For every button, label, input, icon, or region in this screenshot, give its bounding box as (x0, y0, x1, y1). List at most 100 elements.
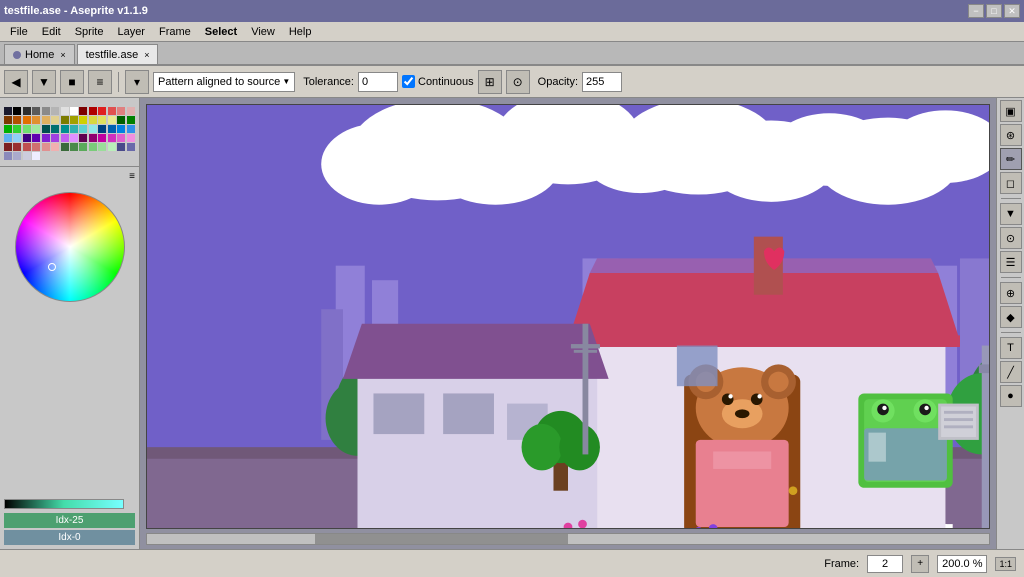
pattern-dropdown[interactable]: Pattern aligned to source ▼ (153, 72, 295, 92)
palette-color-22[interactable] (79, 116, 87, 124)
menu-sprite[interactable]: Sprite (69, 24, 110, 40)
pattern-arrow[interactable]: ▾ (125, 70, 149, 94)
palette-color-16[interactable] (23, 116, 31, 124)
palette-color-50[interactable] (79, 134, 87, 142)
palette-color-0[interactable] (4, 107, 12, 115)
brightness-bar[interactable] (4, 499, 124, 509)
menu-edit[interactable]: Edit (36, 24, 67, 40)
rtool-zoom[interactable]: ⊕ (1000, 282, 1022, 304)
palette-color-34[interactable] (61, 125, 69, 133)
palette-color-47[interactable] (51, 134, 59, 142)
palette-color-11[interactable] (108, 107, 116, 115)
palette-color-55[interactable] (127, 134, 135, 142)
palette-color-48[interactable] (61, 134, 69, 142)
continuous-check[interactable]: Continuous (402, 75, 474, 88)
tool-icon2[interactable]: ⊙ (506, 70, 530, 94)
tool-icon1[interactable]: ⊞ (478, 70, 502, 94)
rtool-lasso[interactable]: ⊛ (1000, 124, 1022, 146)
canvas-area[interactable] (140, 98, 996, 549)
minimize-button[interactable]: − (968, 4, 984, 18)
palette-color-28[interactable] (4, 125, 12, 133)
tolerance-input[interactable] (358, 72, 398, 92)
color-wheel[interactable] (15, 192, 125, 302)
menu-select[interactable]: Select (199, 24, 243, 40)
tab-testfile[interactable]: testfile.ase× (77, 44, 159, 64)
palette-color-45[interactable] (32, 134, 40, 142)
palette-color-17[interactable] (32, 116, 40, 124)
palette-color-12[interactable] (117, 107, 125, 115)
palette-color-3[interactable] (32, 107, 40, 115)
palette-color-37[interactable] (89, 125, 97, 133)
rtool-eraser[interactable]: ◻ (1000, 172, 1022, 194)
close-button[interactable]: ✕ (1004, 4, 1020, 18)
rtool-pen[interactable]: ✏ (1000, 148, 1022, 170)
palette-color-10[interactable] (98, 107, 106, 115)
palette-color-41[interactable] (127, 125, 135, 133)
rtool-fill[interactable]: ▼ (1000, 203, 1022, 225)
palette-color-24[interactable] (98, 116, 106, 124)
palette-color-46[interactable] (42, 134, 50, 142)
rtool-marquee[interactable]: ▣ (1000, 100, 1022, 122)
palette-color-15[interactable] (13, 116, 21, 124)
h-scrollbar[interactable] (146, 533, 990, 545)
maximize-button[interactable]: □ (986, 4, 1002, 18)
palette-color-63[interactable] (70, 143, 78, 151)
palette-color-69[interactable] (127, 143, 135, 151)
palette-color-33[interactable] (51, 125, 59, 133)
menu-button[interactable]: ≡ (88, 70, 112, 94)
tab-close-home[interactable]: × (60, 50, 65, 60)
rtool-blur[interactable]: ● (1000, 385, 1022, 407)
color-wheel-container[interactable] (15, 192, 125, 302)
palette-color-23[interactable] (89, 116, 97, 124)
palette-color-58[interactable] (23, 143, 31, 151)
palette-color-21[interactable] (70, 116, 78, 124)
palette-color-13[interactable] (127, 107, 135, 115)
palette-color-35[interactable] (70, 125, 78, 133)
palette-color-29[interactable] (13, 125, 21, 133)
palette-color-44[interactable] (23, 134, 31, 142)
stop-button[interactable]: ■ (60, 70, 84, 94)
forward-button[interactable]: ▼ (32, 70, 56, 94)
palette-color-62[interactable] (61, 143, 69, 151)
rtool-line[interactable]: ╱ (1000, 361, 1022, 383)
palette-color-51[interactable] (89, 134, 97, 142)
palette-color-42[interactable] (4, 134, 12, 142)
palette-color-9[interactable] (89, 107, 97, 115)
palette-color-4[interactable] (42, 107, 50, 115)
palette-color-8[interactable] (79, 107, 87, 115)
back-button[interactable]: ◀ (4, 70, 28, 94)
rtool-eyedropper[interactable]: ⊙ (1000, 227, 1022, 249)
rtool-hand[interactable]: ☰ (1000, 251, 1022, 273)
palette-color-31[interactable] (32, 125, 40, 133)
palette-color-67[interactable] (108, 143, 116, 151)
palette-color-65[interactable] (89, 143, 97, 151)
ratio-button[interactable]: 1:1 (995, 557, 1016, 571)
tab-close-testfile[interactable]: × (144, 50, 149, 60)
palette-color-27[interactable] (127, 116, 135, 124)
color-picker-menu[interactable]: ≡ (129, 171, 135, 182)
palette-color-5[interactable] (51, 107, 59, 115)
palette-color-7[interactable] (70, 107, 78, 115)
menu-view[interactable]: View (245, 24, 281, 40)
palette-color-52[interactable] (98, 134, 106, 142)
menu-help[interactable]: Help (283, 24, 318, 40)
palette-color-36[interactable] (79, 125, 87, 133)
scrollbar-thumb[interactable] (315, 534, 568, 544)
palette-color-57[interactable] (13, 143, 21, 151)
palette-color-18[interactable] (42, 116, 50, 124)
palette-color-71[interactable] (13, 152, 21, 160)
palette-color-70[interactable] (4, 152, 12, 160)
palette-color-53[interactable] (108, 134, 116, 142)
palette-color-1[interactable] (13, 107, 21, 115)
color-index-1[interactable]: Idx-25 (4, 513, 135, 528)
palette-color-66[interactable] (98, 143, 106, 151)
palette-color-14[interactable] (4, 116, 12, 124)
frame-input[interactable] (867, 555, 903, 573)
tab-home[interactable]: Home× (4, 44, 75, 64)
color-index-2[interactable]: Idx-0 (4, 530, 135, 545)
palette-color-56[interactable] (4, 143, 12, 151)
palette-color-49[interactable] (70, 134, 78, 142)
palette-color-38[interactable] (98, 125, 106, 133)
palette-color-6[interactable] (61, 107, 69, 115)
palette-color-59[interactable] (32, 143, 40, 151)
